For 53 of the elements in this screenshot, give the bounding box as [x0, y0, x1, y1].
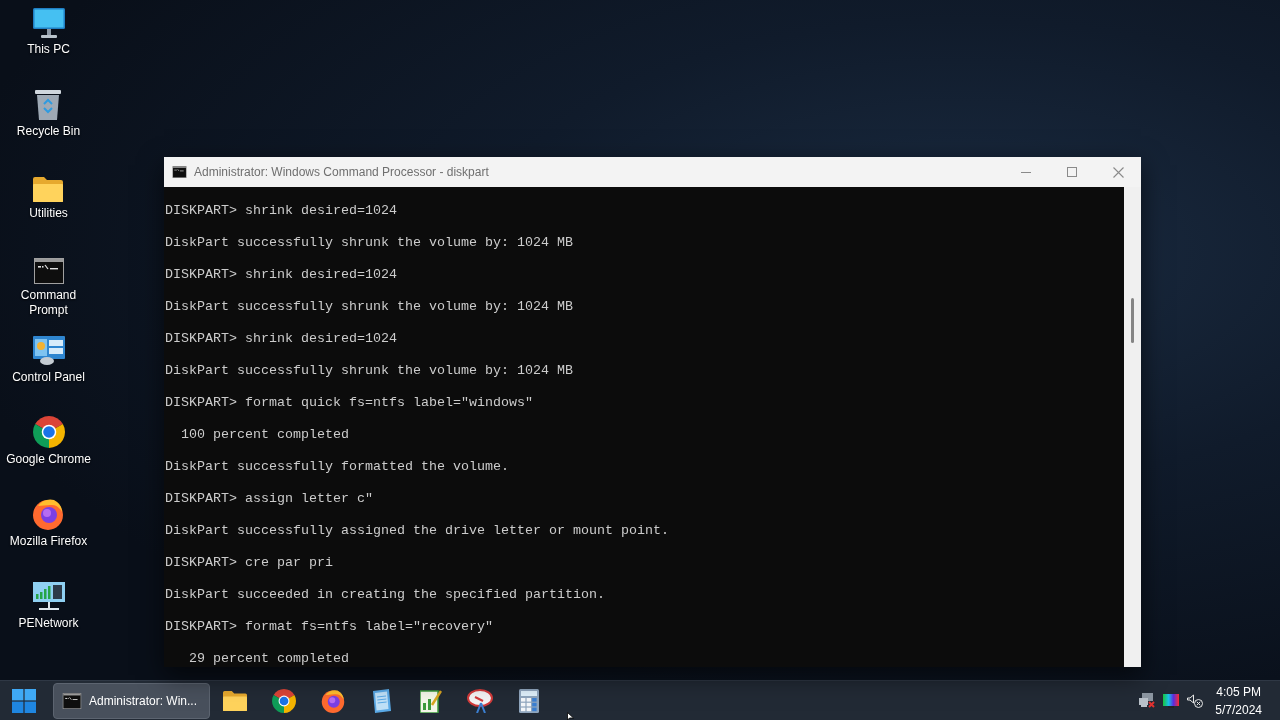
- console-line: DISKPART> cre par pri: [165, 555, 333, 571]
- terminal-icon[interactable]: [33, 258, 64, 284]
- desktop-shortcut[interactable]: Google Chrome: [6, 416, 91, 467]
- maximize-icon[interactable]: [1067, 167, 1077, 177]
- console-line: DiskPart successfully shrunk the volume by: 1024 MB: [165, 235, 573, 251]
- window-panels-icon[interactable]: [32, 336, 65, 366]
- desktop-shortcut[interactable]: PENetwork: [18, 580, 79, 631]
- console-line: DISKPART> format quick fs=ntfs label="windows": [165, 395, 533, 411]
- calculator-icon[interactable]: [518, 688, 539, 713]
- console-line: DiskPart successfully assigned the drive letter or mount point.: [165, 523, 669, 539]
- clock-button[interactable]: 4:05 PM 5/7/2024: [1215, 682, 1262, 719]
- console-line: 100 percent completed: [180, 427, 349, 443]
- desktop-shortcut[interactable]: Recycle Bin: [16, 88, 81, 139]
- desktop-shortcut[interactable]: Mozilla Firefox: [9, 498, 88, 549]
- console-line: DISKPART> format fs=ntfs label="recovery": [165, 619, 493, 635]
- desktop-shortcut[interactable]: This PC: [27, 6, 70, 57]
- network-error-icon[interactable]: [1139, 692, 1156, 709]
- firefox-icon[interactable]: [320, 688, 345, 713]
- start-icon[interactable]: [12, 688, 36, 713]
- console-line: DiskPart successfully shrunk the volume by: 1024 MB: [165, 299, 573, 315]
- speaker-muted-icon[interactable]: [1187, 693, 1204, 708]
- console-line: DiskPart successfully formatted the volume.: [165, 459, 509, 475]
- folder-icon[interactable]: [33, 177, 64, 202]
- console-line: DISKPART> shrink desired=1024: [165, 203, 397, 219]
- color-display-icon[interactable]: [1163, 693, 1180, 708]
- console-line: DiskPart succeeded in creating the specified partition.: [165, 587, 605, 603]
- mouse-cursor-icon: [567, 712, 574, 720]
- terminal-icon: [172, 166, 187, 178]
- minimize-icon[interactable]: [1021, 171, 1031, 173]
- console-line: DiskPart successfully shrunk the volume by: 1024 MB: [165, 363, 573, 379]
- close-icon[interactable]: [1112, 166, 1124, 178]
- chart-edit-icon[interactable]: [419, 688, 442, 713]
- desktop-shortcut[interactable]: Utilities: [29, 170, 68, 221]
- chrome-icon[interactable]: [32, 416, 65, 448]
- desktop-shortcut[interactable]: Command Prompt: [3, 252, 94, 318]
- desktop-shortcut[interactable]: Control Panel: [12, 334, 85, 385]
- monitor-icon[interactable]: [32, 8, 65, 38]
- console-line: DISKPART> shrink desired=1024: [165, 267, 397, 283]
- notepad-icon[interactable]: [371, 688, 392, 713]
- console-line: DISKPART> shrink desired=1024: [165, 331, 397, 347]
- folder-icon[interactable]: [222, 690, 247, 711]
- console-line: DISKPART> assign letter c": [165, 491, 373, 507]
- dish-icon[interactable]: [466, 688, 493, 713]
- firefox-icon[interactable]: [32, 498, 65, 530]
- recycle-bin-icon[interactable]: [35, 90, 62, 120]
- chrome-icon[interactable]: [271, 688, 296, 713]
- terminal-icon[interactable]: [62, 692, 82, 709]
- scrollbar[interactable]: [1124, 187, 1141, 667]
- network-monitor-icon[interactable]: [32, 582, 65, 612]
- window-title: Administrator: Windows Command Processor - diskpart: [194, 164, 489, 181]
- console-line: 29 percent completed: [188, 651, 349, 667]
- taskbar-window-button[interactable]: Administrator: Win...: [53, 682, 210, 719]
- scrollbar-thumb[interactable]: [1131, 298, 1134, 343]
